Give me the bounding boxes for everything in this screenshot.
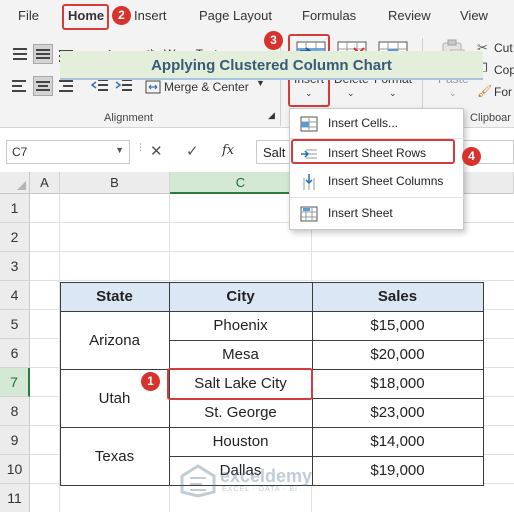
row-header-1[interactable]: 1	[0, 194, 30, 223]
insert-cells-menu-icon	[300, 116, 318, 132]
copy-button[interactable]: Cop	[494, 63, 514, 77]
tab-page-layout[interactable]: Page Layout	[199, 8, 272, 23]
enter-icon[interactable]: ✓	[186, 142, 199, 160]
tab-formulas[interactable]: Formulas	[302, 8, 356, 23]
name-box-value: C7	[12, 145, 28, 159]
sales-cell[interactable]: $18,000	[312, 369, 483, 398]
sheet-title: Applying Clustered Column Chart	[60, 51, 483, 80]
align-center-icon[interactable]	[33, 76, 53, 96]
sales-cell[interactable]: $20,000	[312, 340, 483, 369]
alignment-launcher-icon[interactable]: ◢	[268, 110, 275, 121]
merge-center-button[interactable]: Merge & Center	[164, 80, 249, 94]
insert-dropdown-menu: Insert Cells... Insert Sheet Rows Insert…	[289, 108, 465, 230]
align-left-icon[interactable]	[10, 76, 30, 96]
cut-button[interactable]: Cut	[494, 41, 513, 55]
insert-columns-menu-icon	[303, 174, 315, 190]
row-header-2[interactable]: 2	[0, 223, 30, 252]
city-cell[interactable]: Houston	[169, 427, 312, 456]
home-tab-highlight	[62, 4, 109, 30]
align-middle-icon[interactable]	[33, 44, 53, 64]
row-header-4[interactable]: 4	[0, 281, 30, 310]
city-cell[interactable]: Mesa	[169, 340, 312, 369]
city-cell[interactable]: Phoenix	[169, 311, 312, 340]
step-badge-2: 2	[112, 6, 131, 25]
clipboard-group-label: Clipboar	[470, 112, 511, 124]
merge-center-icon	[145, 79, 161, 100]
watermark-tagline: EXCEL · DATA · BI	[222, 486, 298, 493]
table-header-cell[interactable]: State	[60, 282, 169, 311]
table-header-cell[interactable]: City	[169, 282, 312, 311]
sales-cell[interactable]: $15,000	[312, 311, 483, 340]
row-header-8[interactable]: 8	[0, 397, 30, 426]
format-painter-button[interactable]: For	[494, 85, 512, 99]
row-header-7[interactable]: 7	[0, 368, 30, 397]
column-header-a[interactable]: A	[30, 172, 60, 194]
gridline	[30, 280, 514, 281]
state-cell[interactable]: Arizona	[60, 311, 169, 369]
row-header-11[interactable]: 11	[0, 484, 30, 512]
row-header-9[interactable]: 9	[0, 426, 30, 455]
menu-item-insert-cells[interactable]: Insert Cells...	[290, 111, 465, 137]
step-badge-4: 4	[462, 147, 481, 166]
menu-item-insert-sheet[interactable]: Insert Sheet	[290, 201, 465, 227]
menu-item-label: Insert Sheet	[328, 206, 393, 220]
row-header-10[interactable]: 10	[0, 455, 30, 484]
city-cell[interactable]: St. George	[169, 398, 312, 427]
insert-sheet-rows-highlight	[291, 139, 455, 164]
row-header-5[interactable]: 5	[0, 310, 30, 339]
format-painter-icon: 🖌	[477, 84, 493, 98]
select-all-corner[interactable]	[0, 172, 30, 194]
tab-insert[interactable]: Insert	[134, 8, 167, 23]
selected-cell-highlight	[167, 368, 313, 400]
menu-item-label: Insert Cells...	[328, 116, 399, 130]
table-border	[60, 311, 484, 312]
gridline	[30, 251, 514, 252]
menu-item-insert-sheet-columns[interactable]: Insert Sheet Columns	[290, 169, 465, 195]
table-header-cell[interactable]: Sales	[312, 282, 483, 311]
cancel-icon[interactable]: ✕	[150, 142, 163, 160]
table-border	[169, 456, 484, 457]
sales-cell[interactable]: $23,000	[312, 398, 483, 427]
menu-separator	[290, 197, 465, 198]
paste-dropdown-icon[interactable]: ⌄	[449, 88, 457, 99]
step-badge-3: 3	[264, 31, 283, 50]
table-border	[169, 340, 484, 341]
table-border	[60, 282, 61, 486]
tab-file[interactable]: File	[18, 8, 39, 23]
name-box-dropdown-icon[interactable]: ▼	[115, 145, 124, 155]
formula-content: Salt	[263, 145, 286, 160]
step-badge-1: 1	[141, 372, 160, 391]
align-top-icon[interactable]	[10, 44, 30, 64]
exceldemy-watermark: exceldemy EXCEL · DATA · BI	[180, 464, 340, 500]
insert-sheet-menu-icon	[300, 206, 318, 222]
insert-function-icon[interactable]: fx	[222, 143, 234, 158]
table-border	[60, 282, 484, 283]
exceldemy-logo-icon	[180, 464, 216, 498]
menu-item-label: Insert Sheet Columns	[328, 174, 444, 188]
sales-cell[interactable]: $14,000	[312, 427, 483, 456]
tab-review[interactable]: Review	[388, 8, 431, 23]
state-cell[interactable]: Texas	[60, 427, 169, 485]
delete-dropdown-icon[interactable]: ⌄	[347, 88, 355, 99]
row-header-3[interactable]: 3	[0, 252, 30, 281]
alignment-group-label: Alignment	[104, 112, 153, 124]
more-options-icon: ⋮	[136, 142, 145, 152]
column-header-b[interactable]: B	[60, 172, 170, 194]
name-box[interactable]: C7 ▼	[6, 140, 130, 164]
row-header-6[interactable]: 6	[0, 339, 30, 368]
watermark-name: exceldemy	[220, 466, 313, 486]
table-border	[60, 427, 484, 428]
tab-view[interactable]: View	[460, 8, 488, 23]
format-dropdown-icon[interactable]: ⌄	[389, 88, 397, 99]
